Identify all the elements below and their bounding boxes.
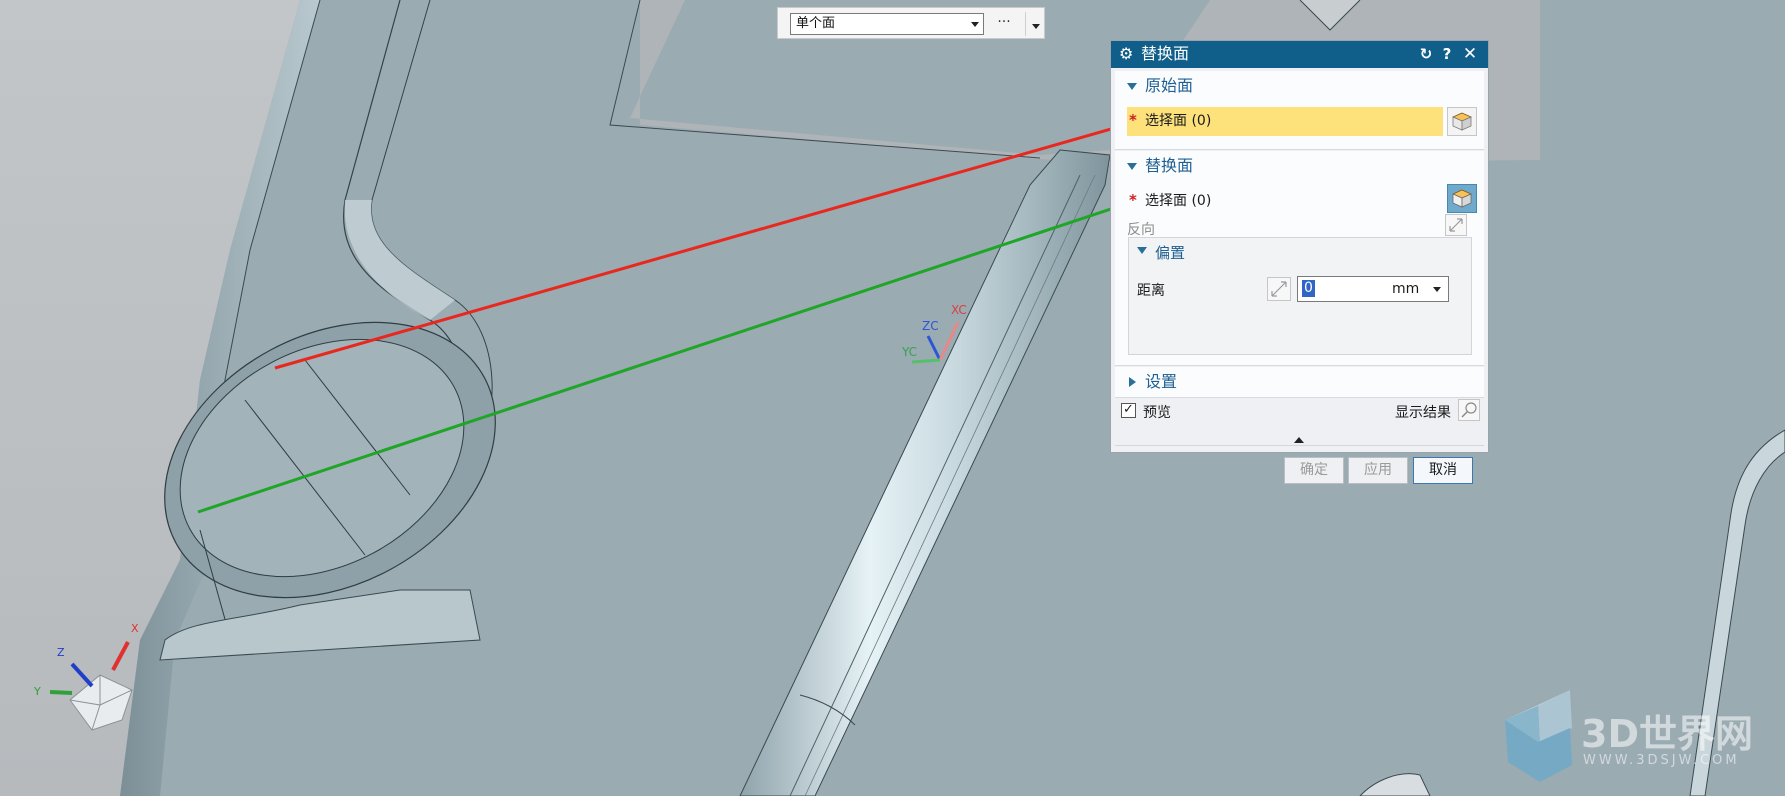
required-star-icon: * [1129,191,1137,209]
collapse-triangle-icon[interactable] [1127,83,1137,90]
replacement-face-group: 替换面 * 选择面 (0) 反向 偏置 距离 0 mm [1115,151,1484,366]
preview-label: 预览 [1143,405,1171,421]
dialog-title-bar[interactable]: ⚙ 替换面 ↻ ? ✕ [1111,41,1488,68]
abs-z-label: Z [57,646,65,659]
required-star-icon: * [1129,111,1137,129]
cad-viewport[interactable]: ZC XC YC Z X Y [0,0,1785,796]
close-icon[interactable]: ✕ [1461,44,1479,64]
face-selector-button[interactable] [1447,184,1477,213]
select-original-face-row[interactable]: * 选择面 (0) [1127,107,1443,136]
offset-title: 偏置 [1155,244,1186,262]
distance-unit: mm [1392,281,1420,297]
cancel-button[interactable]: 取消 [1413,457,1473,484]
abs-x-label: X [131,622,139,635]
distance-input[interactable]: 0 mm [1297,276,1449,302]
wcs-yc-label: YC [901,345,917,359]
reverse-direction-button[interactable] [1445,214,1467,236]
apply-button[interactable]: 应用 [1348,457,1408,484]
reverse-direction-icon [1271,281,1287,297]
chevron-down-icon[interactable] [1433,287,1441,292]
wcs-zc-label: ZC [922,319,939,333]
gear-icon[interactable]: ⚙ [1119,44,1133,64]
abs-y-label: Y [33,685,41,698]
select-replacement-face-label: 选择面 (0) [1145,193,1212,209]
face-rule-dropdown[interactable]: 单个面 [790,13,984,35]
collapse-triangle-icon[interactable] [1127,163,1137,170]
watermark-text: 3D世界网 [1581,712,1753,756]
footer-divider [1115,445,1484,446]
distance-direction-button[interactable] [1267,277,1291,301]
ok-button[interactable]: 确定 [1284,457,1344,484]
toolbar-separator [1025,12,1026,36]
collapse-triangle-icon[interactable] [1137,247,1147,254]
cube-face-icon [1452,112,1472,131]
replacement-face-title: 替换面 [1145,156,1194,175]
replace-face-dialog: ⚙ 替换面 ↻ ? ✕ 原始面 * 选择面 (0) 替换面 * 选择面 (0) [1110,40,1489,484]
show-result-button[interactable] [1458,399,1480,421]
watermark-url: WWW.3DSJW.COM [1583,753,1740,768]
chevron-down-icon [971,22,979,27]
distance-value[interactable]: 0 [1302,280,1315,297]
settings-title: 设置 [1145,372,1178,391]
reset-icon[interactable]: ↻ [1417,44,1435,64]
preview-checkbox[interactable]: ✓ [1121,403,1136,418]
face-selector-button[interactable] [1447,107,1477,136]
toolbar-overflow-dropdown[interactable] [1030,12,1042,36]
magnifier-icon [1461,402,1477,418]
more-options-button[interactable]: ··· [992,11,1016,35]
collapse-dialog-icon[interactable] [1294,437,1304,443]
wcs-xc-label: XC [951,303,967,317]
cube-face-icon [1452,189,1472,208]
reverse-direction-icon [1449,218,1463,232]
original-face-title: 原始面 [1145,76,1194,95]
offset-subgroup: 偏置 距离 0 mm [1128,237,1472,355]
face-rule-value: 单个面 [796,16,836,31]
select-original-face-label: 选择面 (0) [1145,113,1212,129]
settings-group[interactable]: 设置 [1115,367,1484,398]
reverse-direction-label: 反向 [1127,222,1155,238]
chevron-down-icon [1032,24,1040,29]
select-replacement-face-row[interactable]: * 选择面 (0) [1127,187,1443,216]
show-result-label: 显示结果 [1395,405,1451,421]
distance-label: 距离 [1137,283,1165,299]
selection-filter-toolbar: 单个面 ··· [777,7,1045,39]
help-icon[interactable]: ? [1438,44,1456,64]
dialog-title: 替换面 [1141,44,1190,63]
preview-row: ✓ 预览 显示结果 [1117,399,1482,425]
original-face-group: 原始面 * 选择面 (0) [1115,71,1484,150]
expand-triangle-icon[interactable] [1129,377,1136,387]
